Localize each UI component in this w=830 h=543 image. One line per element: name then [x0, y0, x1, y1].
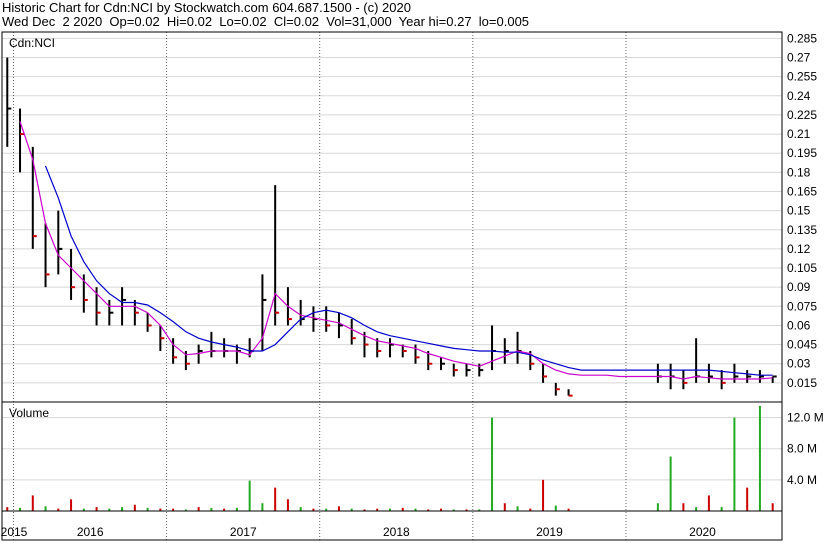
volume-bar	[286, 499, 289, 511]
volume-bar	[133, 504, 136, 511]
volume-bar	[95, 507, 98, 511]
price-tick-label: 0.12	[787, 242, 811, 256]
volume-bar	[516, 506, 519, 511]
year-tick-label: 2019	[536, 525, 563, 539]
volume-bar	[6, 507, 9, 511]
volume-bar	[695, 507, 698, 511]
long-ma-line	[44, 165, 773, 376]
volume-bar	[656, 503, 659, 511]
price-tick-label: 0.195	[787, 146, 817, 160]
price-panel-title: Cdn:NCI	[9, 36, 55, 50]
volume-bar	[733, 417, 736, 511]
price-tick-label: 0.105	[787, 261, 817, 275]
volume-bar	[274, 487, 277, 511]
price-tick-label: 0.06	[787, 318, 811, 332]
year-tick-label: 2015	[1, 525, 28, 539]
year-tick-label: 2017	[230, 525, 257, 539]
volume-bar	[337, 506, 340, 511]
volume-bar	[491, 417, 494, 511]
price-tick-label: 0.045	[787, 338, 817, 352]
volume-bar	[746, 487, 749, 511]
price-tick-label: 0.135	[787, 223, 817, 237]
price-tick-label: 0.15	[787, 204, 811, 218]
price-tick-label: 0.21	[787, 127, 811, 141]
volume-panel-frame	[1, 401, 783, 512]
price-tick-label: 0.285	[787, 31, 817, 45]
volume-bar	[771, 503, 774, 511]
price-tick-label: 0.09	[787, 280, 811, 294]
volume-bar	[261, 503, 264, 511]
price-tick-label: 0.225	[787, 108, 817, 122]
volume-bar	[682, 503, 685, 511]
price-panel-frame	[1, 31, 783, 403]
price-tick-label: 0.015	[787, 376, 817, 390]
volume-bar	[707, 495, 710, 511]
price-tick-label: 0.24	[787, 89, 811, 103]
volume-tick-label: 4.0 M	[787, 473, 817, 487]
price-tick-label: 0.18	[787, 165, 811, 179]
volume-bar	[299, 507, 302, 511]
volume-layer	[6, 405, 774, 511]
price-tick-label: 0.03	[787, 357, 811, 371]
volume-bar	[669, 456, 672, 511]
price-tick-label: 0.075	[787, 299, 817, 313]
grid-layer	[2, 32, 782, 540]
volume-bar	[248, 480, 251, 511]
volume-tick-label: 12.0 M	[787, 411, 824, 425]
volume-bar	[720, 507, 723, 511]
year-tick-label: 2016	[77, 525, 104, 539]
moving-average-layer	[19, 121, 773, 380]
short-ma-line	[19, 121, 773, 380]
volume-bar	[554, 505, 557, 511]
x-axis-labels: 2015 2016 2017 2018 2019 2020	[1, 525, 717, 539]
volume-bar	[44, 506, 47, 511]
price-tick-label: 0.255	[787, 70, 817, 84]
volume-bar	[31, 495, 34, 511]
price-tick-label: 0.165	[787, 184, 817, 198]
volume-bar	[70, 499, 73, 511]
stock-chart: Cdn:NCI Volume 0.2850.270.2550.240.2250.…	[1, 31, 824, 541]
year-tick-label: 2020	[689, 525, 716, 539]
volume-tick-label: 8.0 M	[787, 442, 817, 456]
price-tick-label: 0.27	[787, 51, 811, 65]
volume-bar	[542, 479, 545, 511]
volume-bar	[197, 507, 200, 511]
volume-bar	[121, 507, 124, 511]
year-tick-label: 2018	[383, 525, 410, 539]
volume-bar	[758, 405, 761, 511]
volume-bar	[503, 503, 506, 511]
volume-panel-title: Volume	[9, 406, 49, 420]
y-axis-labels: 0.285 0.27 0.255 0.24 0.225 0.21 0.195 0.18 0.16…	[787, 31, 824, 486]
